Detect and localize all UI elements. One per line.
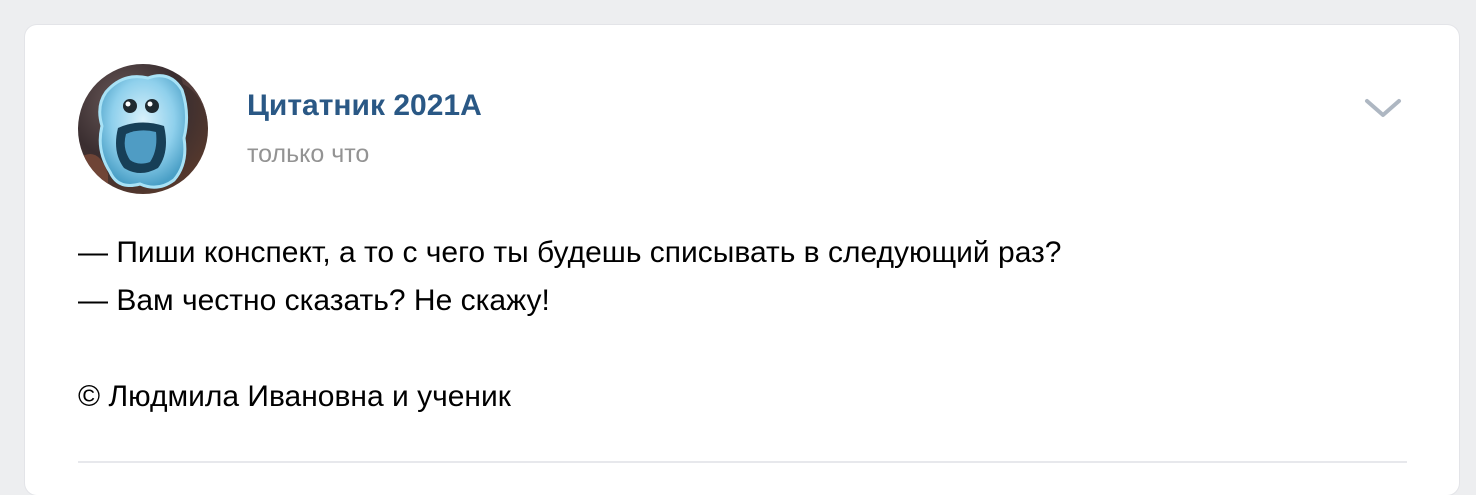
post-text-line: © Людмила Ивановна и ученик: [78, 380, 511, 413]
post-text-line: — Пиши конспект, а то с чего ты будешь с…: [78, 236, 1062, 269]
post-timestamp[interactable]: только что: [247, 138, 369, 170]
author-name[interactable]: Цитатник 2021А: [247, 87, 482, 125]
chevron-down-icon: [1365, 99, 1401, 117]
post-text-line: — Вам честно сказать? Не скажу!: [78, 284, 550, 317]
avatar[interactable]: [78, 64, 208, 194]
avatar-image: [78, 64, 208, 194]
post-menu-button[interactable]: [1361, 91, 1405, 125]
post-text: — Пиши конспект, а то с чего ты будешь с…: [78, 229, 1398, 421]
post-card: Цитатник 2021А только что — Пиши конспек…: [25, 25, 1459, 495]
post-text-line: [78, 325, 1398, 373]
post-divider: [78, 461, 1407, 463]
